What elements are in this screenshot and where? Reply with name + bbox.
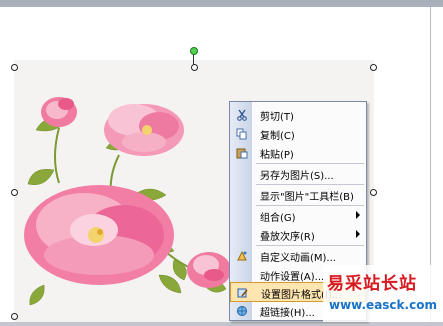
scissors-icon — [235, 108, 248, 121]
watermark-url: www.easck.com — [329, 298, 437, 312]
resize-handle-bottom-left[interactable] — [11, 313, 18, 320]
resize-handle-middle-left[interactable] — [11, 189, 18, 196]
menu-item-label: 剪切(T) — [260, 112, 294, 123]
menu-item-group[interactable]: 组合(G) — [230, 206, 366, 225]
menu-item-label: 显示"图片"工具栏(B) — [260, 192, 354, 203]
menu-item-cut[interactable]: 剪切(T) — [230, 105, 366, 124]
custom-animation-icon — [235, 249, 248, 262]
menu-item-label: 复制(C) — [260, 131, 295, 142]
menu-item-label: 动作设置(A)... — [260, 272, 325, 283]
menu-item-label: 自定义动画(M)... — [260, 253, 336, 264]
watermark-title: 易采站长站 — [327, 274, 417, 294]
menu-item-save-as-picture[interactable]: 另存为图片(S)... — [230, 164, 366, 183]
site-watermark: 易采站长站 www.easck.com — [323, 265, 443, 322]
resize-handle-middle-right[interactable] — [370, 189, 377, 196]
resize-handle-top-left[interactable] — [11, 64, 18, 71]
submenu-arrow-icon — [356, 211, 360, 219]
hyperlink-icon — [235, 304, 248, 317]
format-picture-icon — [236, 286, 249, 299]
menu-item-label: 组合(G) — [260, 213, 296, 224]
menu-item-paste[interactable]: 粘贴(P) — [230, 143, 366, 162]
menu-item-label: 粘贴(P) — [260, 150, 294, 161]
rotation-handle-stem — [193, 54, 194, 65]
rotation-handle[interactable] — [190, 47, 198, 55]
menu-item-custom-animation[interactable]: 自定义动画(M)... — [230, 246, 366, 265]
resize-handle-top-center[interactable] — [191, 64, 198, 71]
resize-handle-top-right[interactable] — [370, 64, 377, 71]
menu-item-copy[interactable]: 复制(C) — [230, 124, 366, 143]
submenu-arrow-icon — [356, 230, 360, 238]
menu-item-label: 另存为图片(S)... — [260, 171, 334, 182]
copy-icon — [235, 127, 248, 140]
title-bar-strip — [0, 0, 443, 7]
menu-item-label: 超链接(H)... — [260, 308, 315, 319]
paste-icon — [235, 146, 248, 159]
menu-item-show-picture-toolbar[interactable]: 显示"图片"工具栏(B) — [230, 185, 366, 204]
menu-item-label: 叠放次序(R) — [260, 232, 315, 243]
menu-item-order[interactable]: 叠放次序(R) — [230, 225, 366, 244]
